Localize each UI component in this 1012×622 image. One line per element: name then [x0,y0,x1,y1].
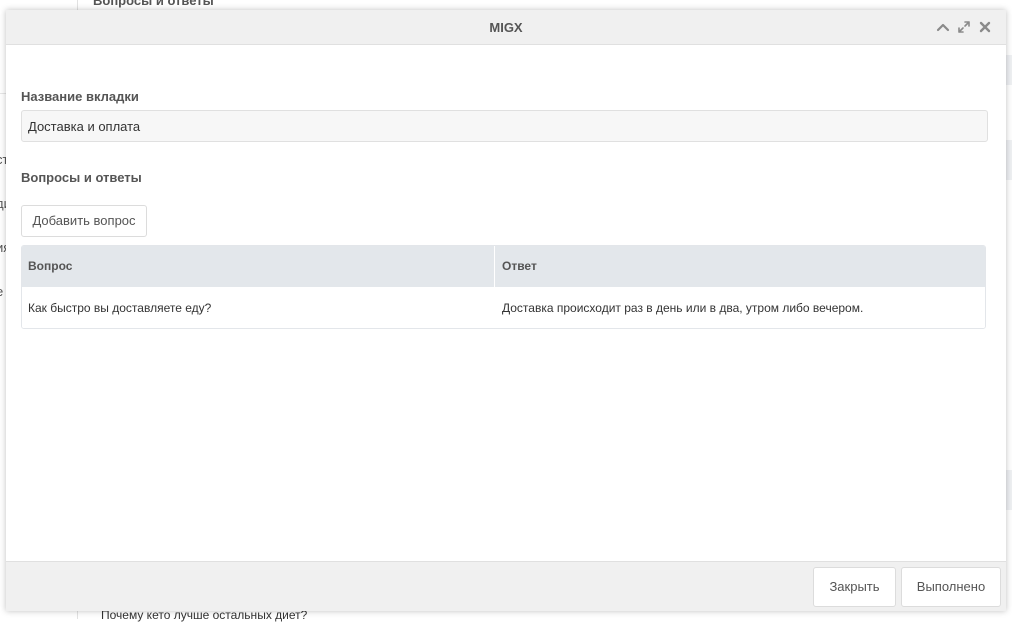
expand-icon[interactable] [957,20,971,34]
tab-name-label: Название вкладки [21,89,139,104]
modal-footer: Закрыть Выполнено [6,561,1006,611]
answer-cell: Доставка происходит раз в день или в два… [502,301,864,315]
grid-header: Вопрос Ответ [22,246,985,287]
question-cell: Как быстро вы доставляете еду? [28,301,212,315]
close-button[interactable]: Закрыть [813,567,896,607]
background-strip [1006,470,1012,510]
add-question-button[interactable]: Добавить вопрос [21,205,147,237]
close-icon[interactable] [978,20,992,34]
tab-name-input[interactable] [21,110,988,142]
qa-section-label: Вопросы и ответы [21,170,142,185]
column-header-question[interactable]: Вопрос [22,246,495,287]
modal-header[interactable]: MIGX [6,10,1006,45]
qa-grid: Вопрос Ответ Как быстро вы доставляете е… [21,245,986,329]
table-row[interactable]: Как быстро вы доставляете еду? Доставка … [22,287,985,328]
chevron-up-icon[interactable] [936,20,950,34]
done-button[interactable]: Выполнено [901,567,1001,607]
column-header-answer[interactable]: Ответ [496,246,985,287]
migx-modal: MIGX Название вкладки Вопросы и ответы Д… [6,10,1006,611]
modal-title: MIGX [489,20,523,35]
background-sidebar-item: е [0,284,3,299]
scrollbar[interactable] [1000,46,1006,561]
background-strip [1006,140,1012,180]
background-strip [1006,55,1012,85]
background-section-title: Вопросы и ответы [93,0,214,8]
